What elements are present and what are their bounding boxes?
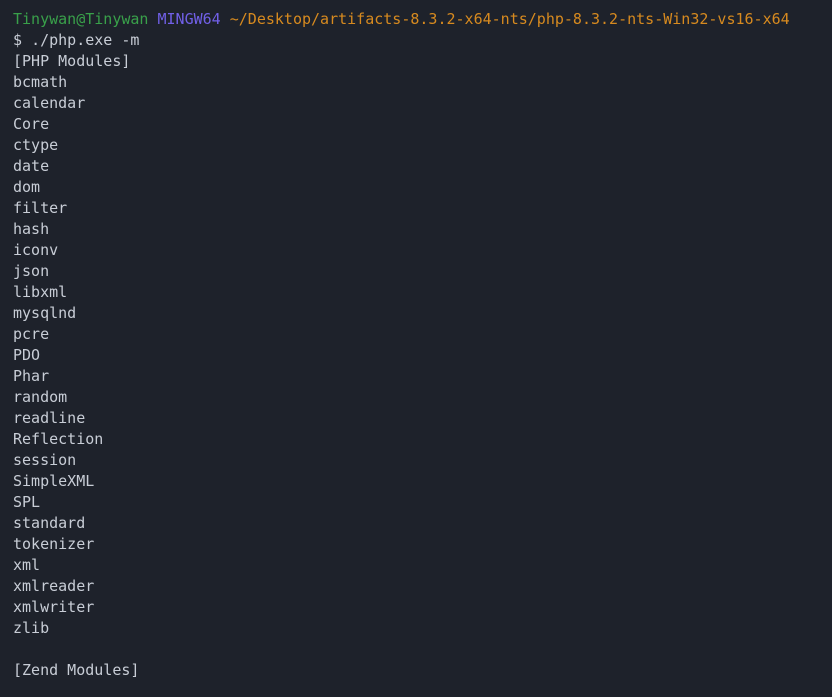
module-list-item: xmlreader xyxy=(13,577,95,595)
module-list-item: pcre xyxy=(13,325,50,343)
module-list-item: Core xyxy=(13,115,50,133)
prompt-separator-1 xyxy=(148,10,157,28)
module-list-item: SPL xyxy=(13,493,41,511)
module-list-item: xml xyxy=(13,556,41,574)
prompt-shell-name: MINGW64 xyxy=(157,10,221,28)
module-list-item: xmlwriter xyxy=(13,598,95,616)
module-list-item: ctype xyxy=(13,136,59,154)
php-modules-header: [PHP Modules] xyxy=(13,52,131,70)
module-list-item: Phar xyxy=(13,367,50,385)
command-text: ./php.exe -m xyxy=(31,31,140,49)
module-list-item: random xyxy=(13,388,68,406)
zend-modules-header: [Zend Modules] xyxy=(13,661,140,679)
module-list-item: bcmath xyxy=(13,73,68,91)
prompt-separator-2 xyxy=(221,10,230,28)
module-list-item: mysqlnd xyxy=(13,304,77,322)
module-list-item: calendar xyxy=(13,94,86,112)
module-list-item: dom xyxy=(13,178,41,196)
module-list-item: SimpleXML xyxy=(13,472,95,490)
prompt-user-host: Tinywan@Tinywan xyxy=(13,10,149,28)
module-list-item: date xyxy=(13,157,50,175)
module-list-item: zlib xyxy=(13,619,50,637)
module-list-item: filter xyxy=(13,199,68,217)
command-line[interactable]: $ ./php.exe -m xyxy=(13,30,832,51)
module-list-item: Reflection xyxy=(13,430,104,448)
module-list-item: PDO xyxy=(13,346,41,364)
prompt-line: Tinywan@Tinywan MINGW64 ~/Desktop/artifa… xyxy=(13,9,832,30)
module-list-item: hash xyxy=(13,220,50,238)
prompt-dollar-symbol: $ xyxy=(13,31,23,49)
command-separator xyxy=(22,31,31,49)
module-list-item: libxml xyxy=(13,283,68,301)
module-list-item: tokenizer xyxy=(13,535,95,553)
prompt-working-directory: ~/Desktop/artifacts-8.3.2-x64-nts/php-8.… xyxy=(229,10,790,28)
terminal-window[interactable]: Tinywan@Tinywan MINGW64 ~/Desktop/artifa… xyxy=(0,0,832,697)
module-list-item: iconv xyxy=(13,241,59,259)
module-list-item: json xyxy=(13,262,50,280)
module-list-item: readline xyxy=(13,409,86,427)
module-list-item: standard xyxy=(13,514,86,532)
module-list-item: session xyxy=(13,451,77,469)
